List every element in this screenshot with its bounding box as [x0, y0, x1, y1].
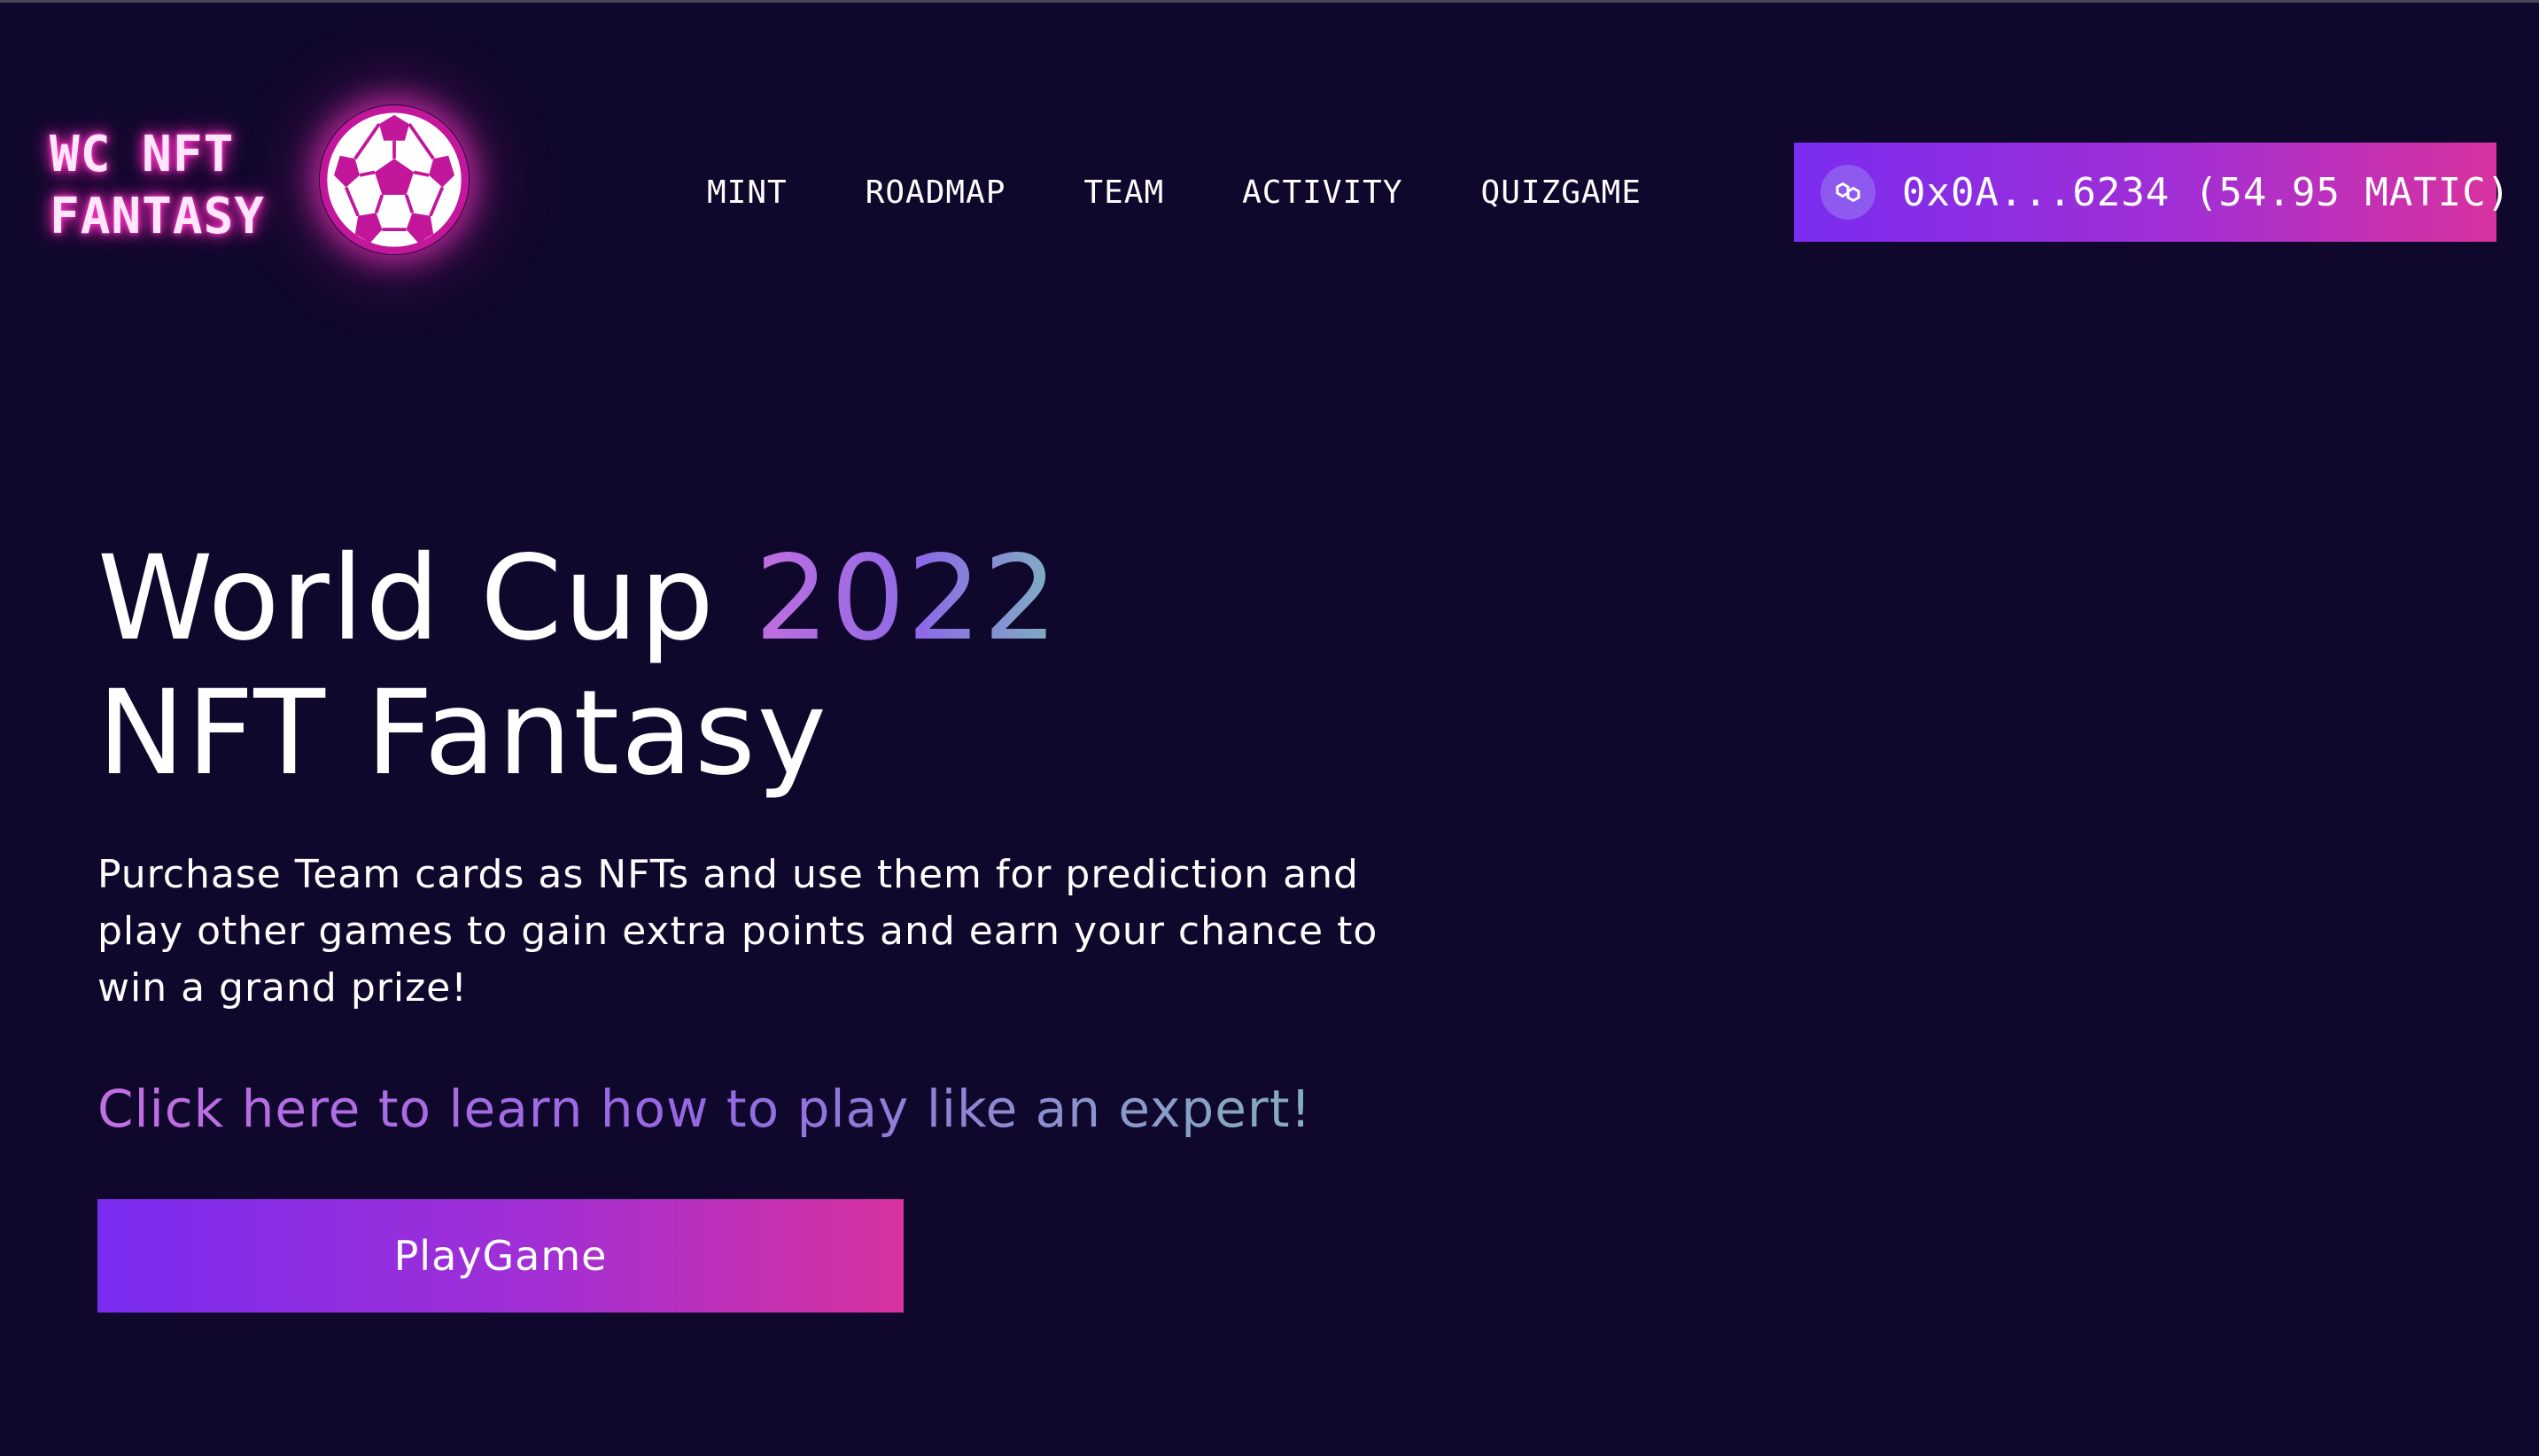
hero-description: Purchase Team cards as NFTs and use them… — [97, 852, 1378, 1011]
brand-logo[interactable]: WC NFT FANTASY — [50, 105, 475, 282]
hero-title-line-2: NFT Fantasy — [97, 665, 828, 802]
main-nav: MINT ROADMAP TEAM ACTIVITY QUIZGAME — [707, 170, 1642, 214]
play-game-button[interactable]: PlayGame — [97, 1199, 904, 1313]
nav-item-quizgame[interactable]: QUIZGAME — [1481, 174, 1642, 211]
hero-title-line-1: World Cup 2022 — [97, 531, 1515, 666]
hero-section: World Cup 2022 NFT Fantasy Purchase Team… — [97, 531, 1515, 1313]
nav-item-mint[interactable]: MINT — [707, 174, 788, 211]
learn-how-to-play-link[interactable]: Click here to learn how to play like an … — [97, 1073, 1312, 1144]
wallet-address-balance: 0x0A...6234 (54.95 MATIC) — [1902, 169, 2512, 215]
hero-title-text: World Cup — [97, 531, 755, 667]
logo-text: WC NFT FANTASY — [50, 124, 265, 248]
polygon-matic-icon — [1821, 165, 1875, 220]
nav-item-team[interactable]: TEAM — [1083, 174, 1164, 211]
logo-line-1: WC NFT — [50, 126, 235, 183]
soccer-ball-icon — [319, 105, 470, 255]
logo-line-2: FANTASY — [50, 188, 266, 245]
hero-title-year: 2022 — [754, 531, 1060, 667]
nav-item-activity[interactable]: ACTIVITY — [1242, 174, 1402, 211]
hero-title: World Cup 2022 NFT Fantasy — [97, 531, 1515, 801]
site-header: WC NFT FANTASY MINT ROADMAP TEAM ACTIVIT… — [0, 0, 2539, 390]
nav-item-roadmap[interactable]: ROADMAP — [866, 174, 1006, 211]
wallet-button[interactable]: 0x0A...6234 (54.95 MATIC) — [1794, 143, 2510, 242]
